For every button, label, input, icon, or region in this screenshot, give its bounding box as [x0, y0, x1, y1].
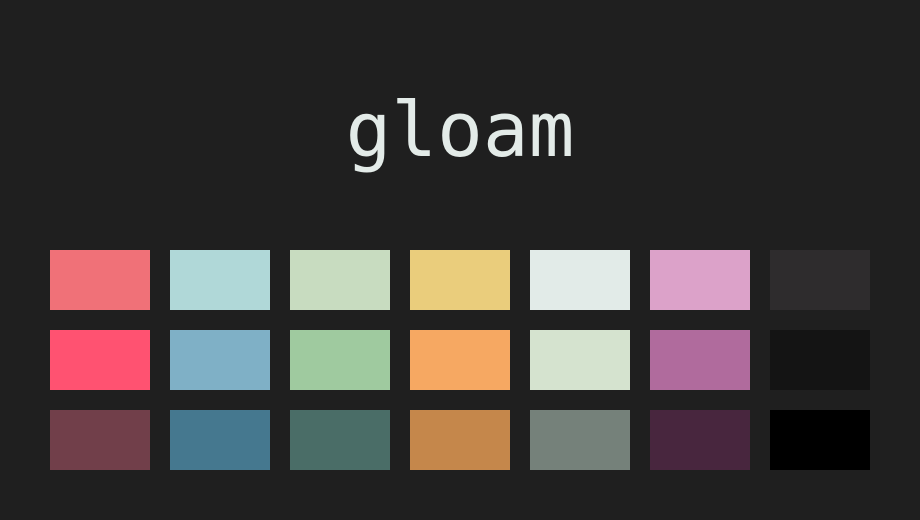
color-swatch-red-light	[50, 250, 150, 310]
color-swatch-magenta-light	[650, 250, 750, 310]
color-swatch-white-light	[530, 250, 630, 310]
color-swatch-gray	[770, 330, 870, 390]
color-swatch-grid	[50, 250, 870, 470]
color-swatch-magenta-dark	[650, 410, 750, 470]
palette-showcase: gloam	[0, 0, 920, 520]
color-swatch-green-light	[290, 250, 390, 310]
color-swatch-yellow-light	[410, 250, 510, 310]
color-swatch-green	[290, 330, 390, 390]
color-swatch-black	[770, 410, 870, 470]
color-swatch-white	[530, 330, 630, 390]
color-swatch-orange-dark	[410, 410, 510, 470]
color-swatch-orange	[410, 330, 510, 390]
color-swatch-magenta	[650, 330, 750, 390]
color-swatch-cyan-dark	[170, 410, 270, 470]
color-swatch-white-dark	[530, 410, 630, 470]
color-swatch-cyan-light	[170, 250, 270, 310]
color-swatch-red	[50, 330, 150, 390]
color-swatch-cyan	[170, 330, 270, 390]
color-swatch-gray-light	[770, 250, 870, 310]
color-swatch-green-dark	[290, 410, 390, 470]
color-swatch-red-dark	[50, 410, 150, 470]
palette-title: gloam	[345, 85, 575, 174]
